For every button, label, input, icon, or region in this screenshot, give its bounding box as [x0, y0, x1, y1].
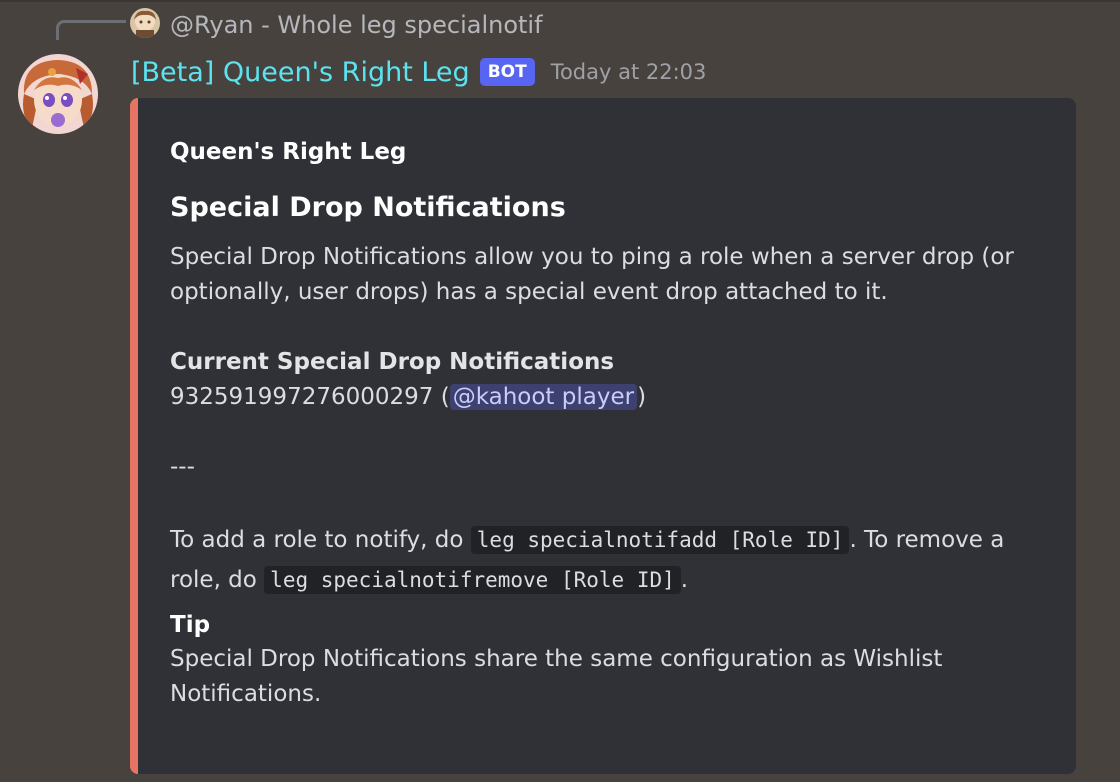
embed-intro-text: Special Drop Notifications allow you to … — [170, 244, 1014, 305]
reply-avatar[interactable] — [130, 8, 160, 38]
message-embed: Queen's Right Leg Special Drop Notificat… — [130, 98, 1076, 774]
instructions-text: To add a role to notify, do leg specialn… — [170, 520, 1060, 600]
remove-command-code: leg specialnotifremove [Role ID] — [264, 566, 681, 594]
embed-field-name: Tip — [170, 612, 211, 638]
role-mention[interactable]: @kahoot player — [449, 384, 638, 410]
message-timestamp[interactable]: Today at 22:03 — [551, 60, 707, 84]
end-period: . — [680, 567, 689, 593]
embed-title: Special Drop Notifications — [170, 192, 566, 223]
bot-avatar[interactable] — [18, 54, 98, 134]
bot-badge: BOT — [479, 58, 535, 86]
message-header: [Beta] Queen's Right Leg BOT Today at 22… — [131, 54, 706, 90]
reply-spine — [56, 20, 126, 40]
add-instruction: To add a role to notify, do — [170, 527, 471, 553]
top-divider — [0, 0, 1120, 2]
author-name[interactable]: [Beta] Queen's Right Leg — [131, 57, 470, 88]
embed-author: Queen's Right Leg — [170, 139, 407, 165]
add-command-code: leg specialnotifadd [Role ID] — [470, 526, 850, 554]
close-paren: ) — [637, 384, 647, 410]
current-notifications-heading: Current Special Drop Notifications — [170, 349, 615, 375]
reply-avatar-image — [130, 8, 160, 38]
embed-description: Special Drop Notifications allow you to … — [170, 240, 1060, 600]
separator-text: --- — [170, 454, 195, 480]
current-notification-entry: 932591997276000297 (@kahoot player) — [170, 380, 1060, 415]
role-id: 932591997276000297 — [170, 384, 434, 410]
open-paren: ( — [433, 384, 450, 410]
reply-preview-text[interactable]: @Ryan - Whole leg specialnotif — [170, 10, 543, 40]
embed-field-value: Special Drop Notifications share the sam… — [170, 646, 943, 707]
bot-avatar-image — [18, 54, 98, 134]
embed-content: Queen's Right Leg Special Drop Notificat… — [170, 136, 1060, 712]
